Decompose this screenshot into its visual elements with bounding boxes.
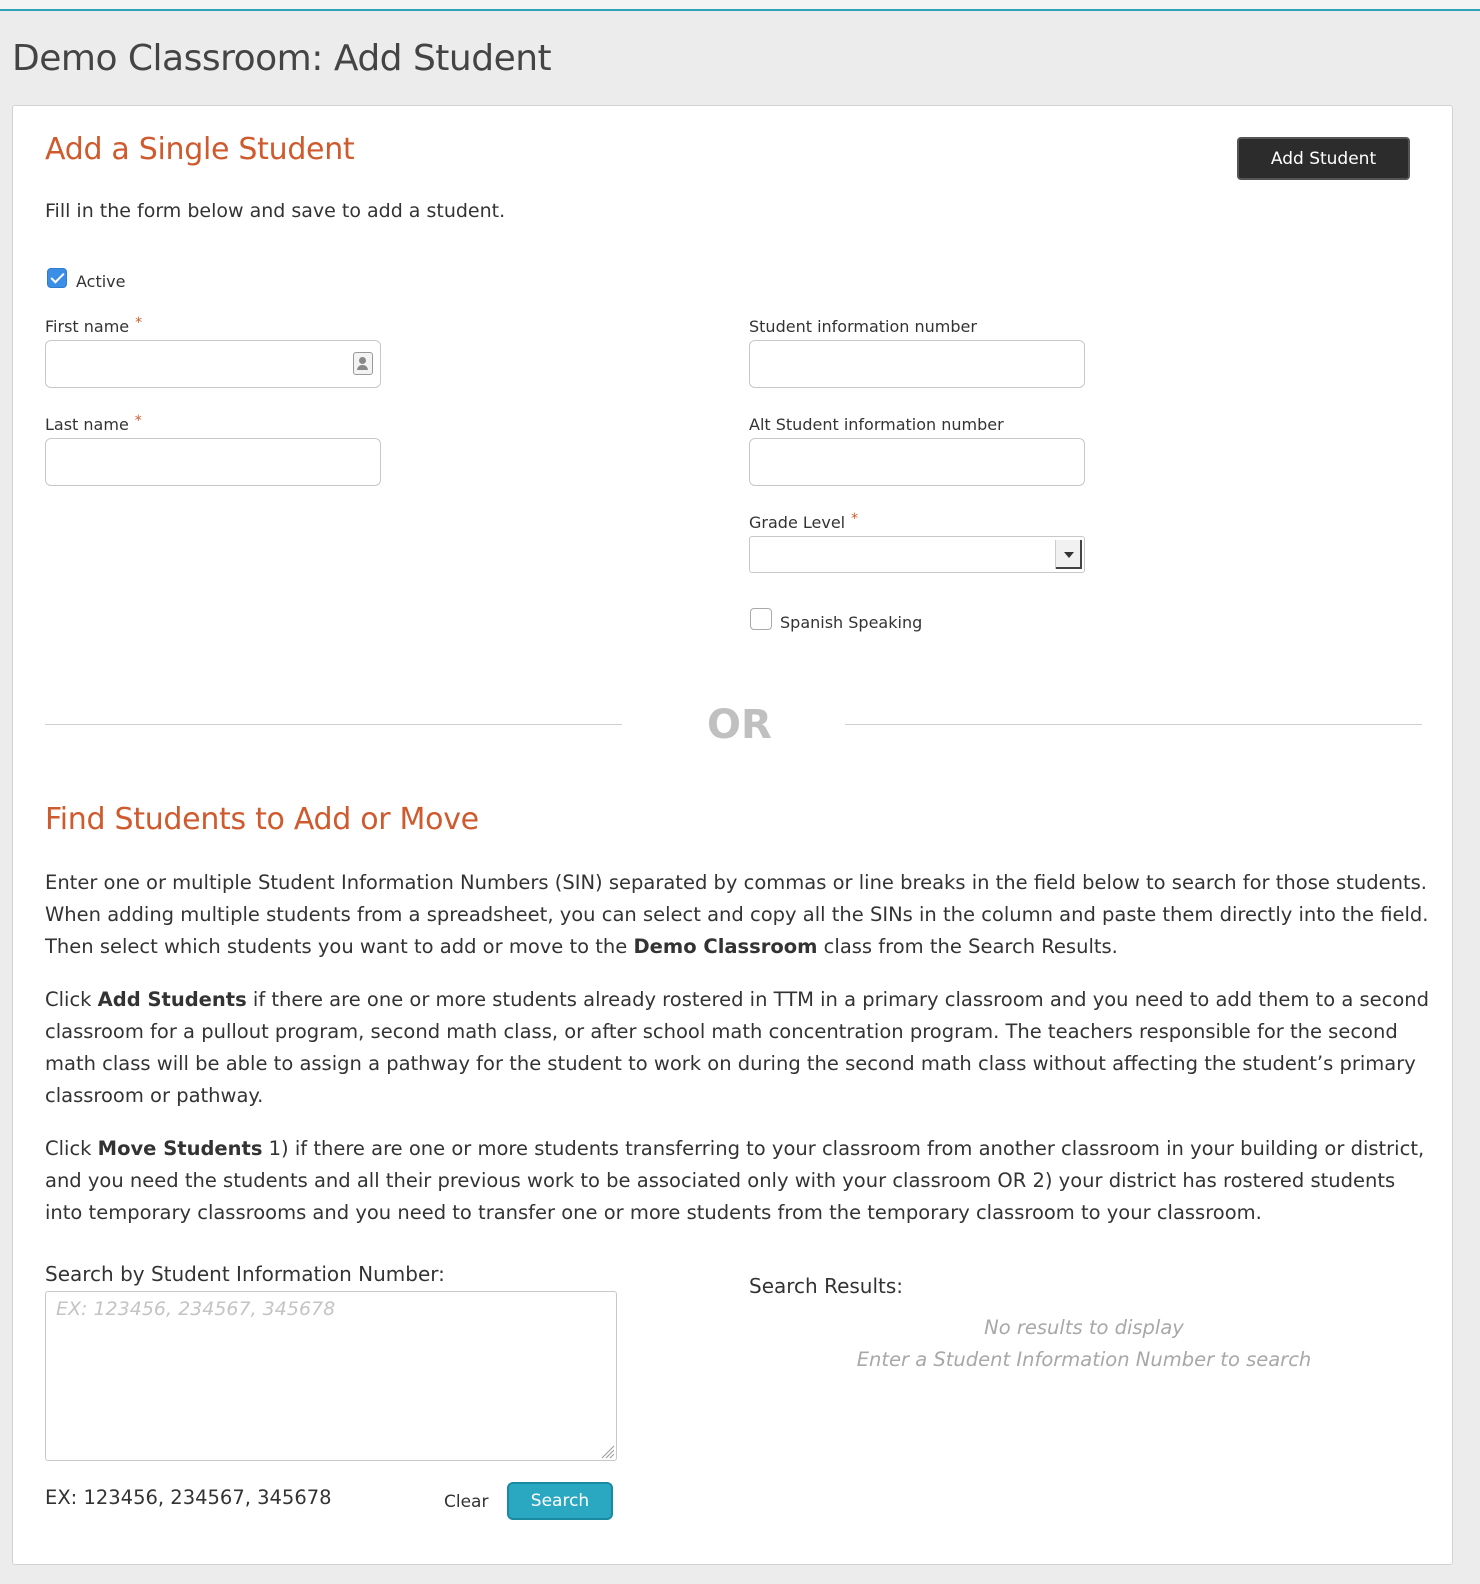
divider-right [845,724,1422,725]
first-name-label: First name * [45,315,143,336]
alt-sin-label: Alt Student information number [749,415,1004,434]
form-intro: Fill in the form below and save to add a… [45,200,506,222]
last-name-label-text: Last name [45,415,129,434]
required-marker: * [134,413,142,429]
search-label: Search by Student Information Number: [45,1262,445,1286]
spanish-speaking-checkbox[interactable] [750,608,772,630]
first-name-input[interactable] [45,340,381,388]
main-panel: Add a Single Student Add Student Fill in… [12,105,1453,1565]
required-marker: * [135,315,143,331]
p1-classroom-name: Demo Classroom [633,935,818,958]
sin-label: Student information number [749,317,977,336]
p3-text-pre: Click [45,1137,98,1160]
divider-left [45,724,622,725]
page-title: Demo Classroom: Add Student [12,38,552,79]
chevron-down-icon[interactable] [1055,540,1082,569]
add-student-button[interactable]: Add Student [1237,137,1410,180]
p3-move-students: Move Students [97,1137,263,1160]
spanish-speaking-label: Spanish Speaking [780,613,923,632]
instructions-paragraph-1: Enter one or multiple Student Informatio… [45,867,1430,963]
example-text: EX: 123456, 234567, 345678 [45,1486,332,1509]
required-marker: * [851,511,859,527]
active-checkbox[interactable] [47,268,67,288]
grade-level-select[interactable] [749,536,1085,573]
section-title-find: Find Students to Add or Move [45,802,479,837]
grade-level-label: Grade Level * [749,511,859,532]
last-name-input[interactable] [45,438,381,486]
search-results-label: Search Results: [749,1274,904,1298]
contact-card-icon[interactable] [353,352,373,375]
section-title-single: Add a Single Student [45,132,355,167]
first-name-label-text: First name [45,317,130,336]
p2-text-rest: if there are one or more students alread… [45,988,1430,1107]
clear-link[interactable]: Clear [444,1492,488,1512]
search-button[interactable]: Search [507,1482,613,1520]
p2-text-pre: Click [45,988,98,1011]
active-label: Active [76,272,126,291]
sin-input[interactable] [749,340,1085,388]
sin-search-textarea[interactable] [45,1291,617,1461]
alt-sin-input[interactable] [749,438,1085,486]
instructions-paragraph-2: Click Add Students if there are one or m… [45,984,1430,1112]
p2-add-students: Add Students [97,988,247,1011]
or-separator: OR [707,702,772,748]
last-name-label: Last name * [45,413,142,434]
no-results-message: No results to display [984,1316,1184,1339]
p1-text-b: class from the Search Results. [817,935,1118,958]
grade-level-label-text: Grade Level [749,513,846,532]
instructions-paragraph-3: Click Move Students 1) if there are one … [45,1133,1430,1229]
top-bar [0,0,1480,11]
search-hint-message: Enter a Student Information Number to se… [856,1348,1312,1371]
